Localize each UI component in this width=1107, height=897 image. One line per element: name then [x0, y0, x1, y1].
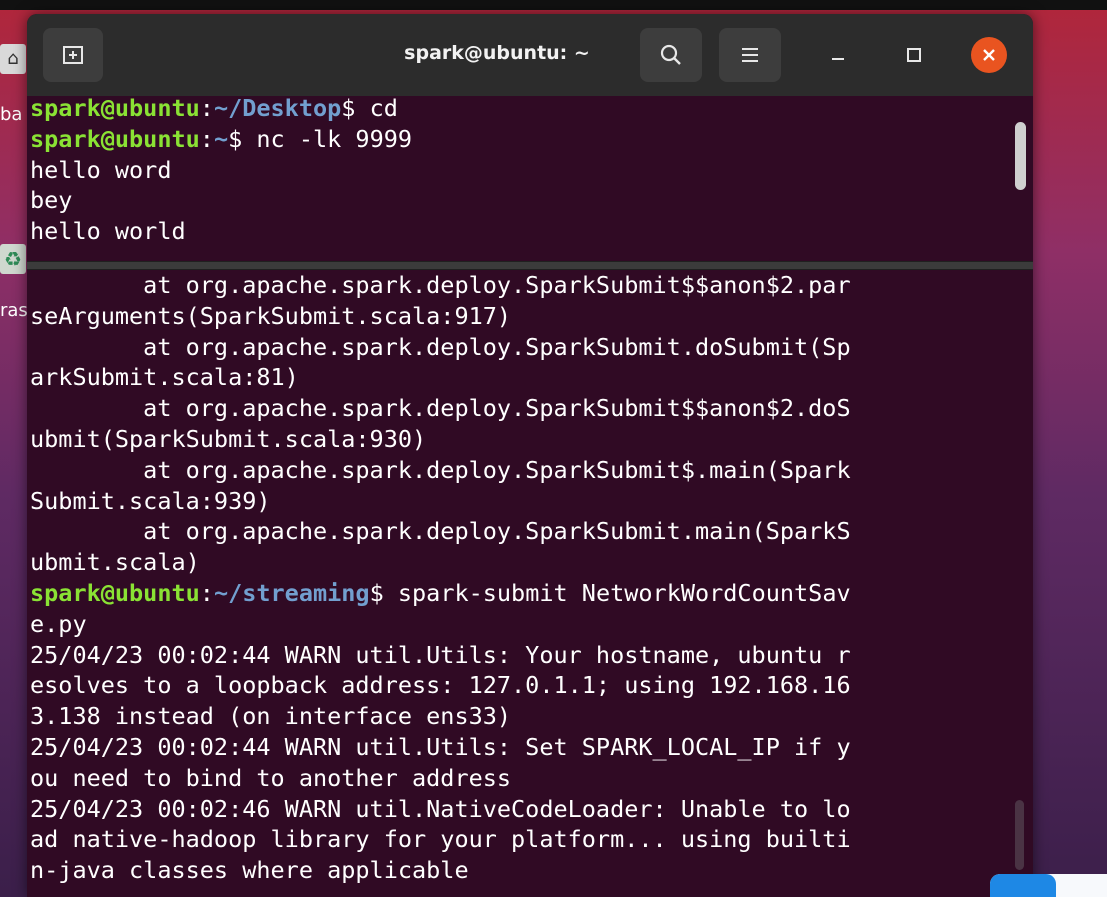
output-text: at org.apache.spark.deploy.SparkSubmit$.…	[30, 455, 851, 484]
output-text: at org.apache.spark.deploy.SparkSubmit$$…	[30, 271, 851, 299]
trash-icon[interactable]: ♻	[0, 244, 26, 274]
minimize-button[interactable]	[823, 40, 853, 70]
terminal-pane-bottom[interactable]: at org.apache.spark.deploy.SparkSubmit$$…	[27, 270, 1033, 897]
terminal-output: at org.apache.spark.deploy.SparkSubmit$$…	[30, 270, 851, 886]
output-text: bey	[30, 186, 73, 215]
terminal-line: spark@ubuntu:~/streaming$ spark-submit N…	[30, 578, 851, 609]
terminal-line: seArguments(SparkSubmit.scala:917)	[30, 301, 851, 332]
output-text: esolves to a loopback address: 127.0.1.1…	[30, 671, 851, 700]
maximize-button[interactable]	[899, 40, 929, 70]
prompt-separator: :	[199, 124, 214, 153]
output-text: 25/04/23 00:02:44 WARN util.Utils: Your …	[30, 640, 851, 669]
hamburger-menu-icon	[742, 48, 758, 62]
terminal-window: spark@ubuntu: ~ spark@ubuntu:~/Desktop$ …	[27, 14, 1033, 897]
terminal-line: hello world	[30, 216, 412, 247]
minimize-icon	[832, 58, 844, 60]
terminal-line: n-java classes where applicable	[30, 855, 851, 886]
terminal-pane-top[interactable]: spark@ubuntu:~/Desktop$ cd spark@ubuntu:~…	[27, 96, 1033, 261]
scrollbar-thumb-top[interactable]	[1015, 122, 1026, 190]
terminal-line: ubmit(SparkSubmit.scala:930)	[30, 424, 851, 455]
terminal-line: 25/04/23 00:02:46 WARN util.NativeCodeLo…	[30, 794, 851, 825]
desktop-top-bar	[0, 0, 1107, 10]
output-text: ou need to bind to another address	[30, 763, 512, 792]
output-text: n-java classes where applicable	[30, 856, 469, 885]
terminal-line: at org.apache.spark.deploy.SparkSubmit$.…	[30, 455, 851, 486]
terminal-line: 25/04/23 00:02:44 WARN util.Utils: Set S…	[30, 732, 851, 763]
prompt-separator: :	[199, 96, 214, 122]
terminal-line: Submit.scala:939)	[30, 486, 851, 517]
title-bar[interactable]: spark@ubuntu: ~	[27, 14, 1033, 97]
window-title: spark@ubuntu: ~	[404, 42, 590, 64]
close-button[interactable]	[971, 37, 1007, 73]
chat-widget-icon	[990, 874, 1056, 897]
terminal-line: at org.apache.spark.deploy.SparkSubmit$$…	[30, 270, 851, 301]
output-text: at org.apache.spark.deploy.SparkSubmit$$…	[30, 394, 851, 423]
prompt-user: spark@ubuntu	[30, 124, 200, 153]
menu-button[interactable]	[719, 28, 781, 82]
output-text: ubmit.scala)	[30, 548, 200, 577]
terminal-line: spark@ubuntu:~/Desktop$ cd	[30, 96, 412, 124]
output-text: ubmit(SparkSubmit.scala:930)	[30, 424, 427, 453]
maximize-icon	[907, 48, 921, 62]
prompt-path: ~/streaming	[213, 578, 370, 607]
prompt-user: spark@ubuntu	[30, 578, 200, 607]
terminal-line: 3.138 instead (on interface ens33)	[30, 701, 851, 732]
terminal-line: bey	[30, 185, 412, 216]
prompt-separator: :	[199, 578, 214, 607]
close-icon	[983, 49, 995, 61]
new-tab-icon	[63, 46, 83, 64]
terminal-line: ou need to bind to another address	[30, 763, 851, 794]
terminal-line: at org.apache.spark.deploy.SparkSubmit.m…	[30, 516, 851, 547]
command-text: $ nc -lk 9999	[228, 124, 413, 153]
output-text: e.py	[30, 609, 87, 638]
output-text: at org.apache.spark.deploy.SparkSubmit.m…	[30, 517, 851, 546]
prompt-user: spark@ubuntu	[30, 96, 200, 122]
pane-divider[interactable]	[27, 261, 1033, 270]
desktop-icon-label: ras	[0, 300, 28, 321]
terminal-line: hello word	[30, 155, 412, 186]
output-text: 25/04/23 00:02:46 WARN util.NativeCodeLo…	[30, 794, 851, 823]
terminal-line: e.py	[30, 609, 851, 640]
terminal-line: at org.apache.spark.deploy.SparkSubmit.d…	[30, 332, 851, 363]
terminal-line: spark@ubuntu:~$ nc -lk 9999	[30, 124, 412, 155]
output-text: 3.138 instead (on interface ens33)	[30, 702, 512, 731]
desktop-icon-label: ba	[0, 104, 23, 125]
command-text: $ spark-submit NetworkWordCountSav	[369, 578, 851, 607]
output-text: Submit.scala:939)	[30, 486, 271, 515]
terminal-line: arkSubmit.scala:81)	[30, 362, 851, 393]
prompt-path: ~	[213, 124, 229, 153]
terminal-line: at org.apache.spark.deploy.SparkSubmit$$…	[30, 393, 851, 424]
output-text: ad native-hadoop library for your platfo…	[30, 825, 851, 854]
output-text: hello word	[30, 155, 172, 184]
scrollbar-thumb-bottom[interactable]	[1015, 800, 1024, 870]
terminal-output: spark@ubuntu:~/Desktop$ cd spark@ubuntu:~…	[30, 96, 412, 247]
terminal-line: esolves to a loopback address: 127.0.1.1…	[30, 670, 851, 701]
output-text: arkSubmit.scala:81)	[30, 363, 299, 392]
terminal-line: 25/04/23 00:02:44 WARN util.Utils: Your …	[30, 640, 851, 671]
search-button[interactable]	[640, 28, 702, 82]
corner-widget[interactable]	[990, 874, 1107, 897]
new-tab-button[interactable]	[43, 28, 103, 82]
terminal-line: ad native-hadoop library for your platfo…	[30, 824, 851, 855]
output-text: hello world	[30, 217, 186, 246]
home-folder-icon[interactable]: ⌂	[0, 44, 26, 74]
command-text: $ cd	[341, 96, 398, 122]
output-text: 25/04/23 00:02:44 WARN util.Utils: Set S…	[30, 732, 851, 761]
output-text: seArguments(SparkSubmit.scala:917)	[30, 301, 512, 330]
prompt-path: ~/Desktop	[213, 96, 342, 122]
terminal-line: ubmit.scala)	[30, 547, 851, 578]
output-text: at org.apache.spark.deploy.SparkSubmit.d…	[30, 332, 851, 361]
search-icon	[660, 44, 681, 65]
